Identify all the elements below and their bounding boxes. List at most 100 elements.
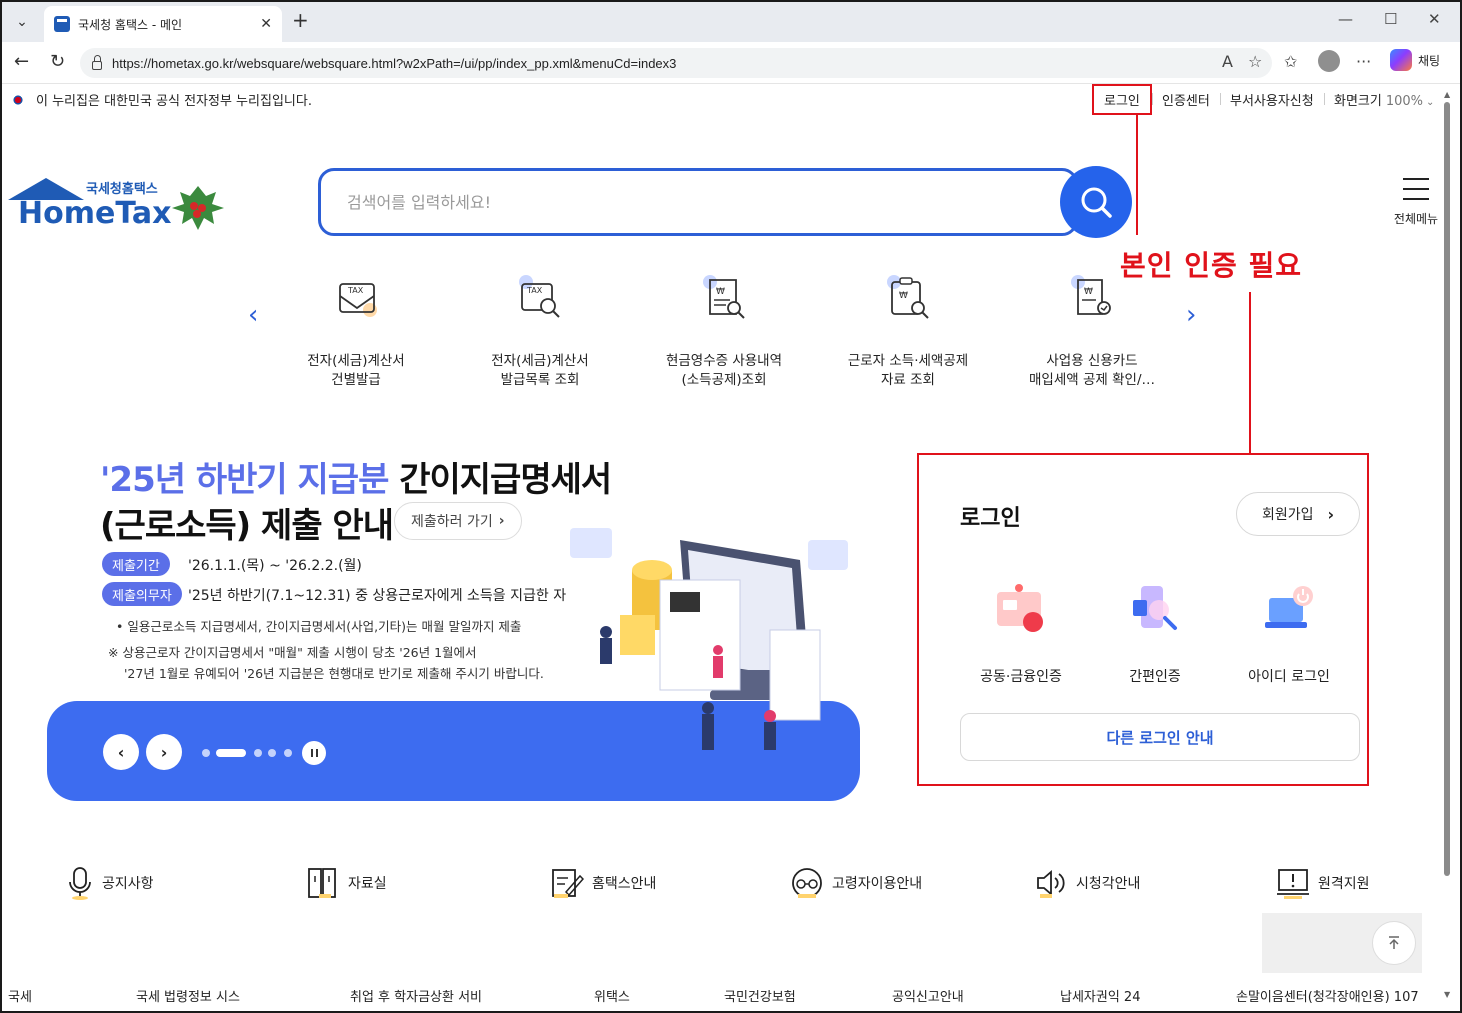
login-option-id-login[interactable]: 아이디 로그인 [1224,580,1354,686]
page-scrollbar[interactable] [1442,88,1454,1008]
bottom-menu-label: 자료실 [348,876,387,892]
close-tab-icon[interactable]: ✕ [260,16,272,32]
browser-tab[interactable]: 국세청 홈택스 - 메인 ✕ [44,6,282,42]
hamburger-icon [1403,178,1429,200]
scroll-up-arrow-icon[interactable]: ▲ [1444,90,1450,99]
screen-size-control[interactable]: 화면크기 100% ⌄ [1334,90,1434,109]
scroll-to-top-button[interactable] [1372,921,1416,965]
join-button[interactable]: 회원가입 › [1236,492,1360,536]
copilot-chat-button[interactable]: 채팅 [1390,49,1440,71]
read-aloud-icon[interactable]: A [1222,52,1233,71]
search-icon [1081,187,1112,218]
laptop-power-icon [1265,586,1313,628]
cert-center-link[interactable]: 인증센터 [1162,90,1210,109]
quick-service-line2: 건별발급 [331,372,381,388]
maximize-icon[interactable]: ☐ [1384,10,1397,28]
tab-list-chevron-icon[interactable]: ⌄ [8,8,36,36]
quick-service-line1: 전자(세금)계산서 [491,353,589,369]
login-option-joint-cert[interactable]: 공동·금융인증 [956,580,1086,686]
back-arrow-icon[interactable]: ← [14,51,29,72]
footer-link[interactable]: 국세 [8,986,32,1005]
bottom-menu-guide[interactable]: 홈택스안내 [550,866,656,900]
bottom-menu-label: 시청각안내 [1076,876,1141,892]
chevron-down-icon: ⌄ [1426,97,1435,108]
svg-text:TAX: TAX [526,286,543,295]
banner-dot[interactable] [284,749,292,757]
bottom-menu-label: 고령자이용안내 [832,876,923,892]
quick-next-chevron-icon[interactable]: › [1186,300,1196,330]
banner-title-line1: '25년 하반기 지급분 간이지급명세서 [100,452,612,501]
document-archive-icon [308,868,336,898]
banner-prev-button[interactable]: ‹ [103,734,139,770]
footer-link[interactable]: 취업 후 학자금상환 서비 [350,986,482,1005]
login-title: 로그인 [960,506,1021,531]
chat-label: 채팅 [1418,53,1441,68]
util-divider [1152,93,1153,105]
arrow-up-icon [1389,936,1399,949]
annotation-line-top [1136,115,1138,235]
bottom-menu-remote[interactable]: 원격지원 [1276,866,1370,900]
login-option-simple-auth[interactable]: 간편인증 [1090,580,1220,686]
quick-prev-chevron-icon[interactable]: ‹ [248,300,258,330]
banner-title-rest: 간이지급명세서 [388,460,612,500]
bottom-menu-av[interactable]: 시청각안내 [1034,866,1140,900]
new-tab-icon[interactable]: + [292,10,309,30]
bottom-menu-notice[interactable]: 공지사항 [66,866,154,900]
footer-link[interactable]: 국민건강보험 [724,986,796,1005]
footer-link[interactable]: 납세자권익 24 [1060,986,1140,1005]
phone-search-icon [1133,586,1177,630]
scroll-down-arrow-icon[interactable]: ▼ [1444,990,1450,999]
banner-dot[interactable] [268,749,276,757]
quick-service-item[interactable]: TAX 전자(세금)계산서 발급목록 조회 [460,272,620,390]
login-option-label: 아이디 로그인 [1248,669,1330,685]
bottom-menu-elderly[interactable]: 고령자이용안내 [790,866,922,900]
submit-go-button[interactable]: 제출하러 가기 › [394,502,522,540]
hometax-favicon-icon [54,16,70,32]
annotation-line-bottom [1249,292,1251,454]
hometax-logo[interactable]: 국세청홈택스 HomeTax [8,178,228,238]
quick-service-item[interactable]: ₩ 현금영수증 사용내역 (소득공제)조회 [644,272,804,390]
period-badge: 제출기간 [102,552,170,576]
banner-note: ※ 상용근로자 간이지급명세서 "매월" 제출 시행이 당초 '26년 1월에서 [108,645,477,660]
util-divider [1324,93,1325,105]
footer-link[interactable]: 공익신고안내 [892,986,964,1005]
minimize-icon[interactable]: — [1338,10,1353,28]
reload-icon[interactable]: ↻ [50,51,65,72]
more-options-icon[interactable]: ··· [1356,52,1371,71]
quick-service-item[interactable]: ₩ 근로자 소득·세액공제 자료 조회 [828,272,988,390]
banner-illustration [570,528,848,750]
banner-title-highlight: '25년 하반기 지급분 [100,460,389,500]
banner-dot[interactable] [254,749,262,757]
scrollbar-thumb[interactable] [1444,102,1450,876]
login-option-label: 공동·금융인증 [980,669,1062,685]
footer-link[interactable]: 손말이음센터(청각장애인용) 107 [1236,986,1419,1005]
all-menu-button[interactable]: 전체메뉴 [1388,178,1444,227]
profile-avatar[interactable] [1318,50,1340,72]
banner-dot[interactable] [202,749,210,757]
search-input[interactable] [347,192,1075,212]
bottom-menu-archive[interactable]: 자료실 [306,866,387,900]
search-button[interactable] [1060,166,1132,238]
quick-service-line2: 매입세액 공제 확인/… [1029,372,1155,388]
banner-dot-active[interactable] [216,749,246,757]
all-menu-label: 전체메뉴 [1393,212,1439,226]
url-field[interactable]: https://hometax.go.kr/websquare/websquar… [80,48,1272,78]
tab-title: 국세청 홈택스 - 메인 [78,17,183,32]
gov-notice: 이 누리집은 대한민국 공식 전자정부 누리집입니다. [10,90,312,109]
other-login-button[interactable]: 다른 로그인 안내 [960,713,1360,761]
quick-service-item[interactable]: ₩ 사업용 신용카드 매입세액 공제 확인/… [1012,272,1172,390]
footer-link[interactable]: 국세 법령정보 시스 [136,986,240,1005]
banner-next-button[interactable]: › [146,734,182,770]
quick-service-item[interactable]: TAX 전자(세금)계산서 건별발급 [276,272,436,390]
favorites-icon[interactable]: ✩ [1284,52,1297,71]
banner-pause-button[interactable] [302,741,326,765]
close-window-icon[interactable]: ✕ [1428,10,1441,28]
footer-link[interactable]: 위택스 [594,986,630,1005]
pen-document-icon [552,869,584,898]
favorite-star-icon[interactable]: ☆ [1248,52,1262,71]
dept-user-link[interactable]: 부서사용자신청 [1230,90,1314,109]
lock-icon [92,54,102,70]
quick-service-line2: 자료 조회 [881,372,935,388]
svg-text:₩: ₩ [899,291,908,301]
banner-note: • 일용근로소득 지급명세서, 간이지급명세서(사업,기타)는 매월 말일까지 … [116,619,522,634]
